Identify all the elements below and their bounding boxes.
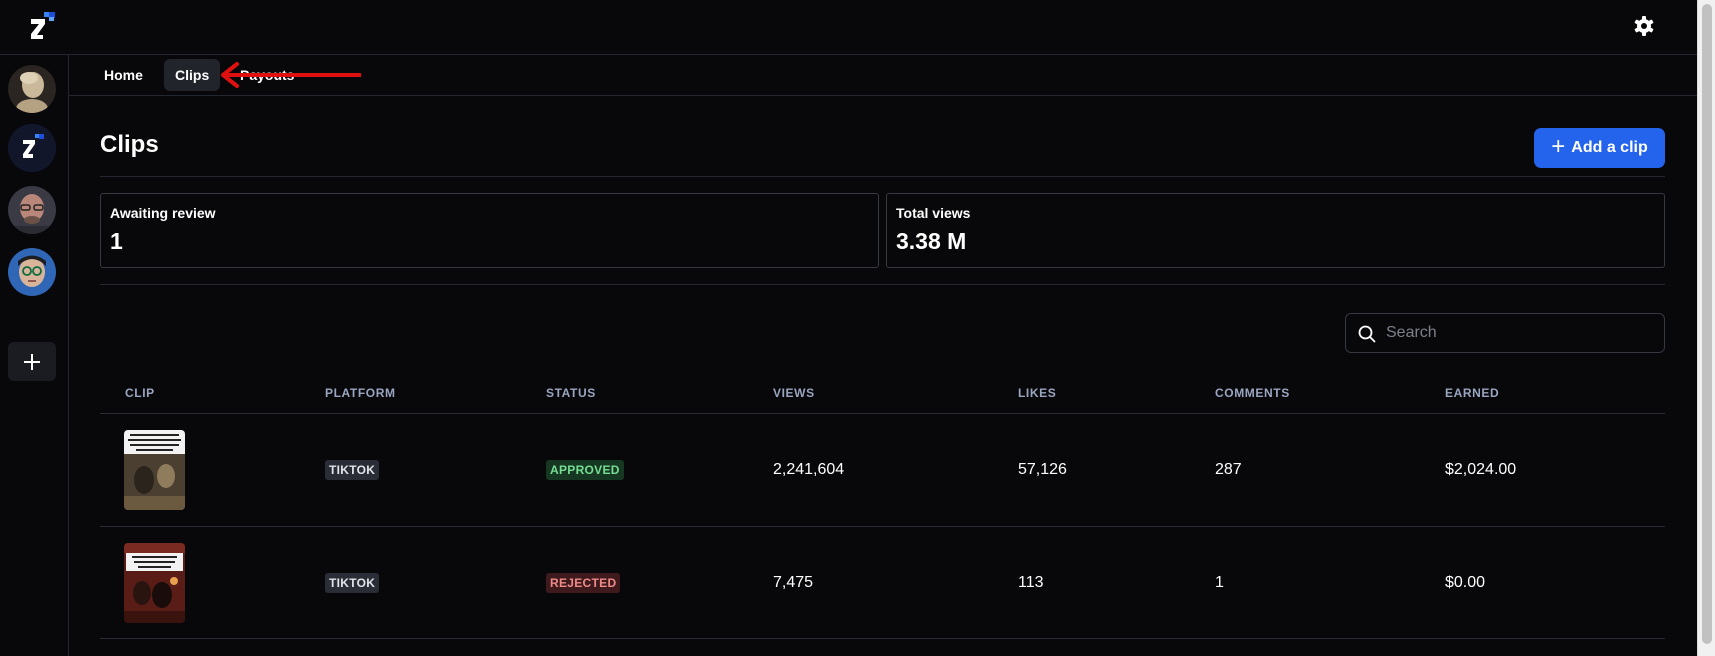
likes-value: 113 <box>1018 574 1044 591</box>
workspace-avatar-brand[interactable] <box>8 124 56 172</box>
annotation-arrow-icon <box>221 62 361 88</box>
brand-logo-icon[interactable] <box>27 11 57 41</box>
comments-value: 1 <box>1215 574 1224 591</box>
total-views-label: Total views <box>896 205 971 221</box>
status-badge: REJECTED <box>546 573 621 593</box>
page-scrollbar[interactable] <box>1697 0 1715 656</box>
awaiting-review-card: Awaiting review 1 <box>100 193 879 268</box>
add-workspace-button[interactable] <box>8 342 56 381</box>
add-clip-button[interactable]: + Add a clip <box>1534 128 1665 168</box>
clip-thumbnail[interactable] <box>124 430 185 510</box>
search-box <box>1345 313 1665 353</box>
column-header-comments: COMMENTS <box>1215 386 1290 400</box>
gear-icon[interactable] <box>1632 14 1656 38</box>
earned-value: $0.00 <box>1445 574 1486 591</box>
top-bar <box>0 0 1697 55</box>
page-title: Clips <box>100 131 159 158</box>
views-value: 7,475 <box>773 574 814 591</box>
tab-clips[interactable]: Clips <box>164 59 221 91</box>
workspace-avatar-person-blue[interactable] <box>8 248 56 296</box>
platform-badge: TIKTOK <box>325 460 380 480</box>
total-views-value: 3.38 M <box>896 228 967 254</box>
search-input[interactable] <box>1386 314 1656 352</box>
total-views-card: Total views 3.38 M <box>886 193 1665 268</box>
awaiting-review-value: 1 <box>110 228 123 254</box>
workspace-avatar-person-glasses[interactable] <box>8 186 56 234</box>
awaiting-review-label: Awaiting review <box>110 205 216 221</box>
table-row[interactable]: TIKTOK REJECTED 7,475 113 1 $0.00 <box>100 526 1665 639</box>
workspace-avatar-statue[interactable] <box>8 65 56 113</box>
tab-home[interactable]: Home <box>93 59 154 91</box>
clip-thumbnail[interactable] <box>124 543 185 623</box>
search-icon <box>1358 325 1376 343</box>
plus-icon <box>24 353 40 370</box>
earned-value: $2,024.00 <box>1445 461 1517 478</box>
header-divider <box>100 176 1665 177</box>
column-header-views: VIEWS <box>773 386 815 400</box>
column-header-earned: EARNED <box>1445 386 1500 400</box>
status-badge: APPROVED <box>546 460 624 480</box>
column-header-likes: LIKES <box>1018 386 1057 400</box>
comments-value: 287 <box>1215 461 1242 478</box>
add-clip-label: Add a clip <box>1571 139 1648 156</box>
column-header-status: STATUS <box>546 386 596 400</box>
scrollbar-thumb[interactable] <box>1702 4 1712 644</box>
column-header-clip: CLIP <box>125 386 155 400</box>
views-value: 2,241,604 <box>773 461 845 478</box>
stats-divider <box>100 284 1665 285</box>
table-row[interactable]: TIKTOK APPROVED 2,241,604 57,126 287 $2,… <box>100 413 1665 526</box>
column-header-platform: PLATFORM <box>325 386 396 400</box>
plus-icon: + <box>1551 133 1566 160</box>
workspace-sidebar <box>0 55 69 656</box>
likes-value: 57,126 <box>1018 461 1067 478</box>
platform-badge: TIKTOK <box>325 573 380 593</box>
